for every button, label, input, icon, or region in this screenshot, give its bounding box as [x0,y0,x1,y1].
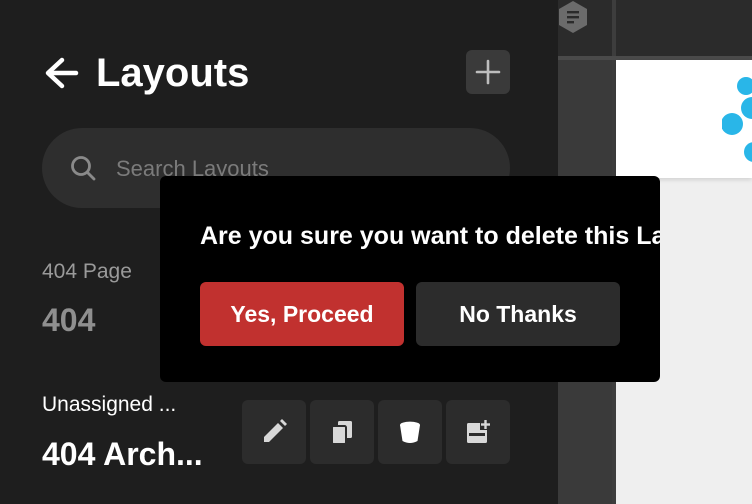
add-to-page-icon [467,419,491,443]
bucket-icon [400,421,420,443]
page-header-preview [616,60,752,178]
layout-item-subtitle: Unassigned ... [42,393,177,416]
edit-layout-button[interactable] [242,400,306,464]
search-icon [71,156,96,181]
duplicate-layout-button[interactable] [310,400,374,464]
add-to-page-button[interactable] [446,400,510,464]
pencil-icon [264,419,287,442]
layout-item-name[interactable]: 404 [42,302,95,339]
page-title: Layouts [96,51,250,95]
arrow-left-icon[interactable] [42,54,80,92]
logo-icon [722,77,752,162]
cancel-button[interactable]: No Thanks [416,282,620,346]
plus-icon [475,59,501,85]
layout-item-name[interactable]: 404 Arch... [42,436,203,473]
duplicate-icon [331,421,352,445]
add-layout-button[interactable] [466,50,510,94]
confirm-delete-button[interactable]: Yes, Proceed [200,282,404,346]
toolbar-divider [612,0,616,56]
delete-layout-button[interactable] [378,400,442,464]
canvas-toolbar [558,0,752,56]
layout-item-subtitle: 404 Page [42,260,132,283]
dialog-message: Are you sure you want to delete this Lay… [200,222,660,250]
document-hex-icon[interactable] [558,0,588,34]
delete-confirm-dialog: Are you sure you want to delete this La y… [160,176,660,382]
